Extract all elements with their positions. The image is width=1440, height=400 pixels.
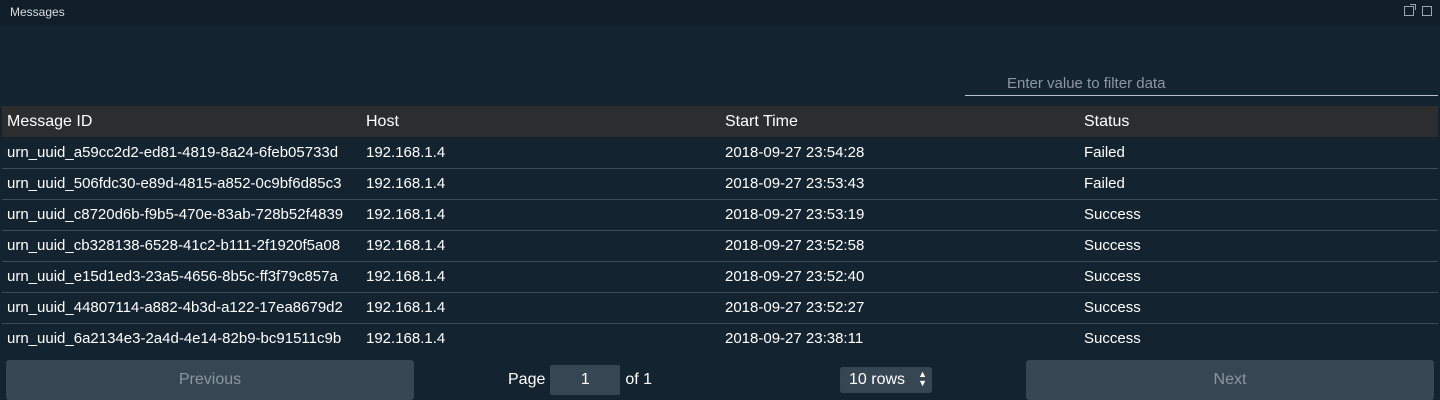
start-time-cell: 2018-09-27 23:52:27 [720, 292, 1079, 324]
message-id-cell: urn_uuid_44807114-a882-4b3d-a122-17ea867… [2, 292, 361, 324]
host-cell: 192.168.1.4 [361, 199, 720, 231]
status-cell: Success [1079, 261, 1438, 293]
column-header-host[interactable]: Host [361, 106, 720, 137]
panel-titlebar: Messages [0, 0, 1440, 25]
popout-icon[interactable] [1404, 4, 1416, 16]
rows-per-page-select[interactable]: 10 rows ▲ ▼ [840, 367, 932, 393]
maximize-icon[interactable] [1422, 6, 1432, 16]
status-cell: Success [1079, 292, 1438, 324]
page-label: Page [508, 371, 546, 388]
panel-title: Messages [10, 5, 65, 19]
page-total-label: of 1 [625, 371, 653, 388]
status-cell: Failed [1079, 137, 1438, 169]
status-cell: Success [1079, 230, 1438, 262]
stepper-arrows-icon: ▲ ▼ [918, 369, 927, 388]
message-id-cell: urn_uuid_cb328138-6528-41c2-b111-2f1920f… [2, 230, 361, 262]
message-id-cell: urn_uuid_c8720d6b-f9b5-470e-83ab-728b52f… [2, 199, 361, 231]
page-number-input[interactable] [550, 365, 621, 395]
status-cell: Failed [1079, 168, 1438, 200]
start-time-cell: 2018-09-27 23:53:43 [720, 168, 1079, 200]
host-cell: 192.168.1.4 [361, 137, 720, 169]
next-button[interactable]: Next [1026, 360, 1434, 400]
host-cell: 192.168.1.4 [361, 168, 720, 200]
rows-per-page-value: 10 rows [849, 371, 906, 388]
filter-field [965, 74, 1438, 96]
start-time-cell: 2018-09-27 23:52:40 [720, 261, 1079, 293]
status-cell: Success [1084, 330, 1141, 348]
table-row[interactable]: urn_uuid_44807114-a882-4b3d-a122-17ea867… [2, 292, 1438, 324]
message-id-cell: urn_uuid_e15d1ed3-23a5-4656-8b5c-ff3f79c… [2, 261, 361, 293]
page-info: Page of 1 [508, 364, 652, 396]
start-time-cell: 2018-09-27 23:53:19 [720, 199, 1079, 231]
table-row[interactable]: urn_uuid_506fdc30-e89d-4815-a852-0c9bf6d… [2, 168, 1438, 200]
start-time-cell: 2018-09-27 23:52:58 [720, 230, 1079, 262]
start-time-cell: 2018-09-27 23:54:28 [720, 137, 1079, 169]
message-id-cell: urn_uuid_a59cc2d2-ed81-4819-8a24-6feb057… [2, 137, 361, 169]
message-id-cell: urn_uuid_506fdc30-e89d-4815-a852-0c9bf6d… [2, 168, 361, 200]
table-header-row: Message ID Host Start Time Status [2, 106, 1438, 137]
table-row[interactable]: urn_uuid_c8720d6b-f9b5-470e-83ab-728b52f… [2, 199, 1438, 231]
host-cell: 192.168.1.4 [366, 330, 446, 348]
host-cell: 192.168.1.4 [361, 292, 720, 324]
column-header-start-time[interactable]: Start Time [720, 106, 1079, 137]
host-cell: 192.168.1.4 [361, 261, 720, 293]
column-header-status[interactable]: Status [1079, 106, 1438, 137]
panel-controls [1404, 4, 1432, 16]
host-cell: 192.168.1.4 [361, 230, 720, 262]
pagination-bar: Previous Page of 1 10 rows ▲▼ Next [0, 356, 1440, 400]
table-row[interactable]: urn_uuid_cb328138-6528-41c2-b111-2f1920f… [2, 230, 1438, 262]
start-time-cell: 2018-09-27 23:38:11 [725, 330, 864, 348]
table-row[interactable]: urn_uuid_6a2134e3-2a4d-4e14-82b9-bc91511… [2, 323, 1438, 354]
table-row[interactable]: urn_uuid_a59cc2d2-ed81-4819-8a24-6feb057… [2, 137, 1438, 169]
column-header-message-id[interactable]: Message ID [2, 106, 361, 137]
table-row[interactable]: urn_uuid_e15d1ed3-23a5-4656-8b5c-ff3f79c… [2, 261, 1438, 293]
previous-button[interactable]: Previous [6, 360, 414, 400]
messages-table: Message ID Host Start Time Status urn_uu… [2, 106, 1438, 354]
status-cell: Success [1079, 199, 1438, 231]
filter-input[interactable] [1007, 75, 1427, 92]
message-id-cell: urn_uuid_6a2134e3-2a4d-4e14-82b9-bc91511… [7, 330, 342, 348]
